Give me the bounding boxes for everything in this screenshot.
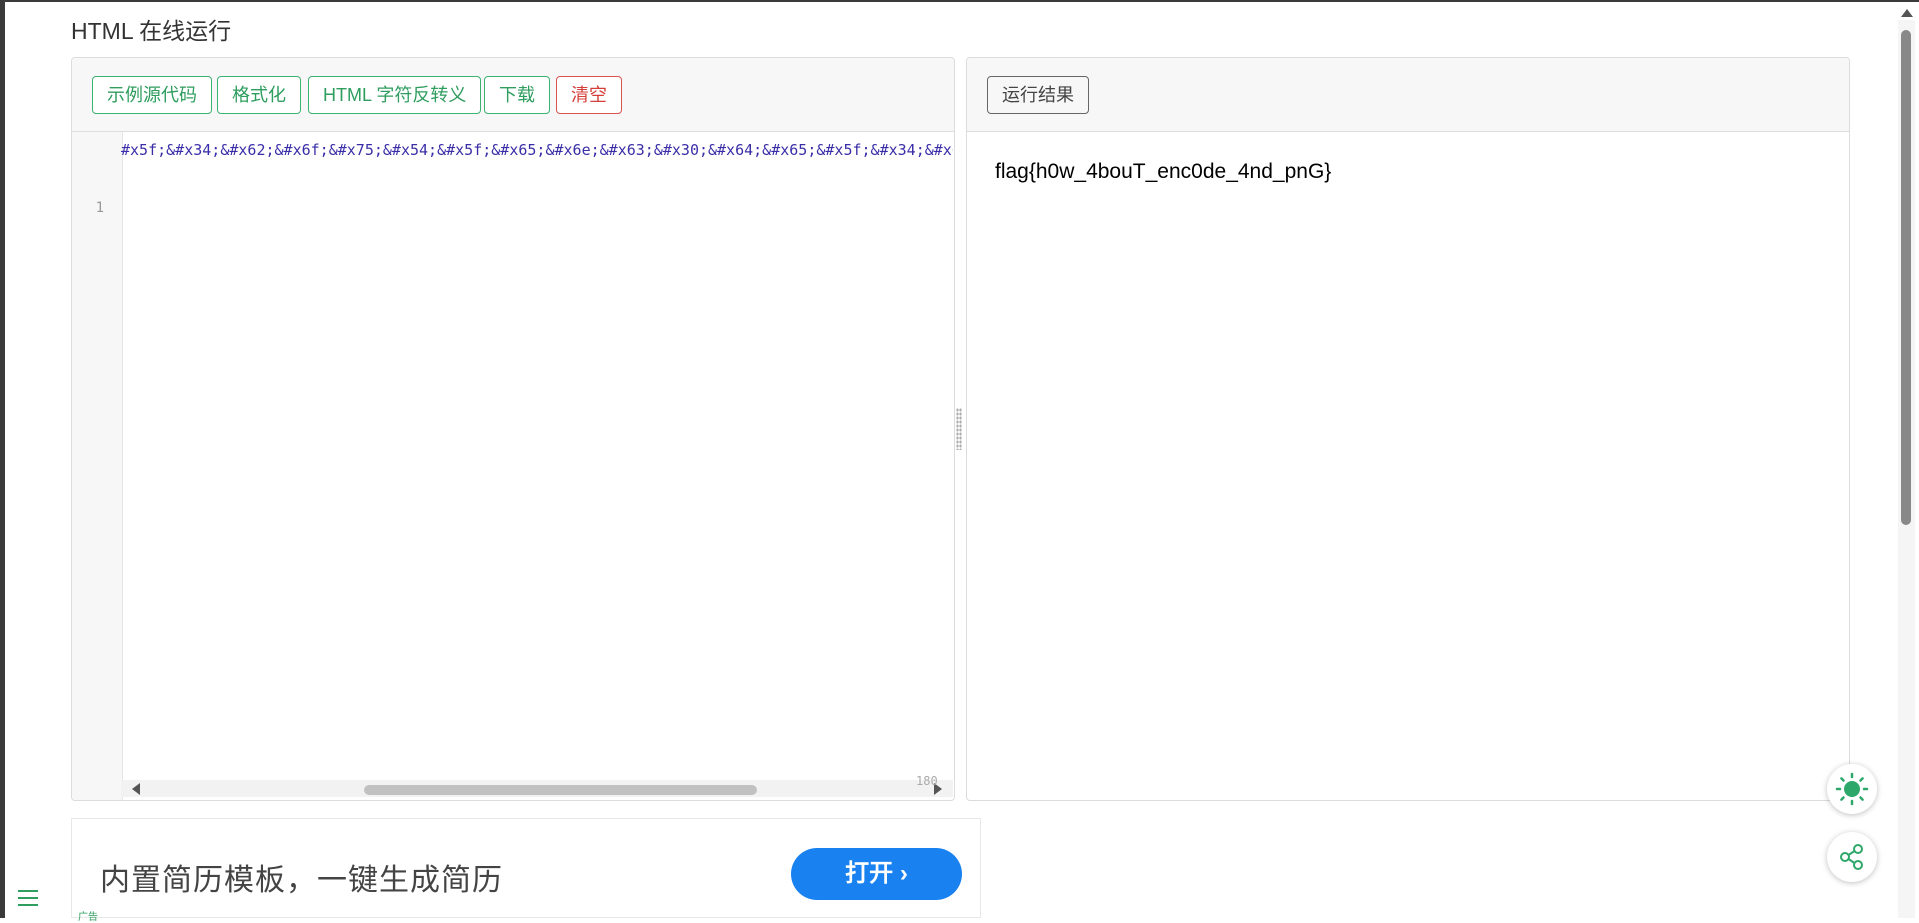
- editor-scrollbar-thumb[interactable]: [364, 785, 757, 795]
- clear-button[interactable]: 清空: [556, 76, 622, 114]
- result-output: flag{h0w_4bouT_enc0de_4nd_pnG}: [995, 160, 1332, 183]
- panel-resize-handle[interactable]: [956, 408, 962, 450]
- run-result-button[interactable]: 运行结果: [987, 76, 1089, 114]
- format-button[interactable]: 格式化: [217, 76, 301, 114]
- line-number: 1: [95, 200, 104, 216]
- page-scrollbar-thumb[interactable]: [1901, 30, 1911, 525]
- code-line[interactable]: #x5f;&#x34;&#x62;&#x6f;&#x75;&#x54;&#x5f…: [121, 139, 953, 161]
- result-header: 运行结果: [967, 58, 1849, 132]
- scroll-left-arrow-icon[interactable]: [132, 783, 140, 795]
- page-title: HTML 在线运行: [71, 18, 232, 44]
- editor-gutter: 1: [72, 132, 123, 800]
- editor-toolbar: 示例源代码 格式化 HTML 字符反转义 下载 清空: [72, 58, 954, 132]
- column-count: 180: [916, 774, 938, 788]
- hamburger-menu-icon[interactable]: [18, 890, 38, 908]
- share-icon: [1840, 844, 1863, 870]
- ad-badge: 广告: [78, 912, 98, 923]
- window-frame-left: [0, 0, 5, 918]
- code-editor[interactable]: #x5f;&#x34;&#x62;&#x6f;&#x75;&#x54;&#x5f…: [121, 139, 953, 163]
- scroll-up-arrow-icon[interactable]: [1901, 9, 1913, 17]
- share-button[interactable]: [1827, 832, 1877, 882]
- html-unescape-button[interactable]: HTML 字符反转义: [308, 76, 482, 114]
- editor-panel: 示例源代码 格式化 HTML 字符反转义 下载 清空 1: [71, 57, 955, 801]
- ad-text: 内置简历模板，一键生成简历: [100, 864, 503, 897]
- sample-code-button[interactable]: 示例源代码: [92, 76, 212, 114]
- theme-toggle-button[interactable]: [1827, 764, 1877, 814]
- download-button[interactable]: 下载: [484, 76, 550, 114]
- ad-open-button[interactable]: 打开 ›: [791, 848, 962, 900]
- sun-icon: [1835, 772, 1869, 806]
- window-frame-top: [0, 0, 1919, 2]
